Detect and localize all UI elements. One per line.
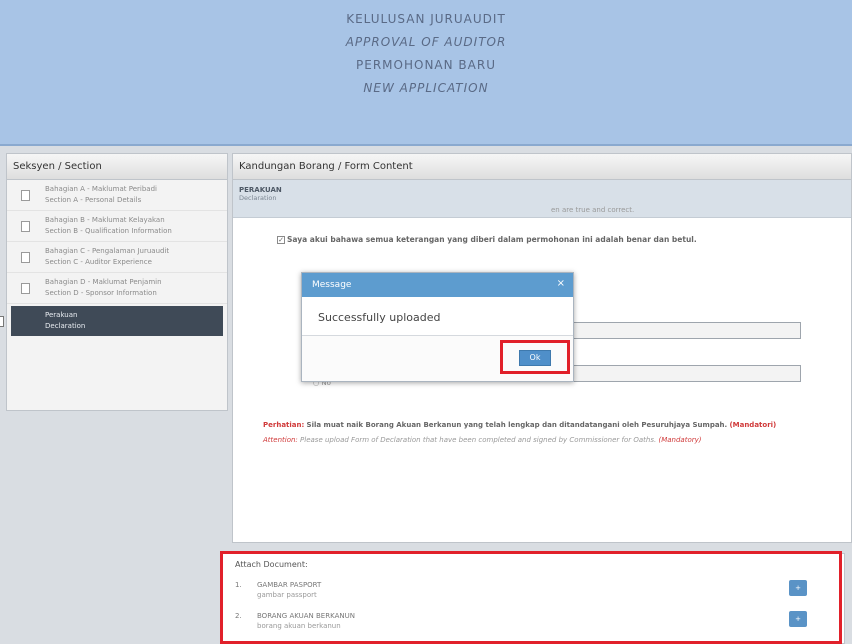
section-item-label: Bahagian C - Pengalaman Juruaudit (45, 247, 170, 255)
close-icon[interactable]: × (557, 278, 565, 289)
section-item-sublabel: Declaration (45, 322, 86, 330)
mandatory-tag-en: (Mandatory) (658, 436, 702, 444)
statement-ms: Saya akui bahawa semua keterangan yang d… (287, 235, 697, 244)
name-field[interactable] (573, 322, 801, 339)
document-icon (21, 252, 30, 263)
declaration-body: ✓ Saya akui bahawa semua keterangan yang… (255, 234, 835, 245)
document-icon (21, 283, 30, 294)
section-item-label: Bahagian A - Maklumat Peribadi (45, 185, 157, 193)
mandatory-tag-ms: (Mandatori) (729, 421, 777, 429)
subtitle-en: NEW APPLICATION (363, 81, 489, 95)
section-item-sublabel: Section C - Auditor Experience (45, 258, 152, 266)
section-panel: Seksyen / Section Bahagian A - Maklumat … (0, 153, 228, 411)
statement-en: en are true and correct. (551, 206, 635, 214)
section-item-label: Perakuan (45, 311, 78, 319)
subtitle-ms: PERMOHONAN BARU (356, 58, 496, 72)
section-panel-title: Seksyen / Section (7, 154, 227, 180)
declaration-header: PERAKUAN Declaration (233, 180, 851, 218)
declaration-checkbox[interactable]: ✓ (277, 236, 285, 244)
document-icon (21, 221, 30, 232)
section-item-c[interactable]: Bahagian C - Pengalaman Juruaudit Sectio… (7, 242, 227, 273)
section-item-sublabel: Section A - Personal Details (45, 196, 142, 204)
page-header: KELULUSAN JURUAUDIT APPROVAL OF AUDITOR … (0, 0, 852, 146)
section-item-declaration[interactable]: Perakuan Declaration (0, 306, 223, 336)
declaration-statement: ✓ Saya akui bahawa semua keterangan yang… (255, 234, 835, 245)
section-item-label: Bahagian D - Maklumat Penjamin (45, 278, 162, 286)
attach-highlight-box (220, 551, 842, 644)
declaration-subtitle: Declaration (239, 194, 277, 202)
warning-text-en: Please upload Form of Declaration that h… (300, 436, 657, 444)
dialog-title: Message (312, 280, 352, 290)
form-content-title: Kandungan Borang / Form Content (233, 154, 851, 180)
dialog-message: Successfully uploaded (318, 311, 441, 324)
document-icon (0, 316, 4, 327)
warning-label-en: Attention: (263, 436, 298, 444)
section-item-d[interactable]: Bahagian D - Maklumat Penjamin Section D… (7, 273, 227, 304)
title-en: APPROVAL OF AUDITOR (345, 35, 507, 49)
id-field[interactable] (573, 365, 801, 382)
dialog-header: Message × (302, 273, 573, 297)
section-item-label: Bahagian B - Maklumat Kelayakan (45, 216, 165, 224)
title-ms: KELULUSAN JURUAUDIT (346, 12, 506, 26)
warning-text-ms: Sila muat naik Borang Akuan Berkanun yan… (306, 421, 728, 429)
section-item-b[interactable]: Bahagian B - Maklumat Kelayakan Section … (7, 211, 227, 242)
section-item-a[interactable]: Bahagian A - Maklumat Peribadi Section A… (7, 180, 227, 211)
section-item-sublabel: Section D - Sponsor Information (45, 289, 157, 297)
upload-warning: Perhatian: Sila muat naik Borang Akuan B… (263, 420, 823, 446)
warning-label: Perhatian: (263, 421, 305, 429)
declaration-title: PERAKUAN (239, 186, 282, 194)
ok-highlight-box (500, 340, 570, 374)
section-item-sublabel: Section B - Qualification Information (45, 227, 172, 235)
document-icon (21, 190, 30, 201)
